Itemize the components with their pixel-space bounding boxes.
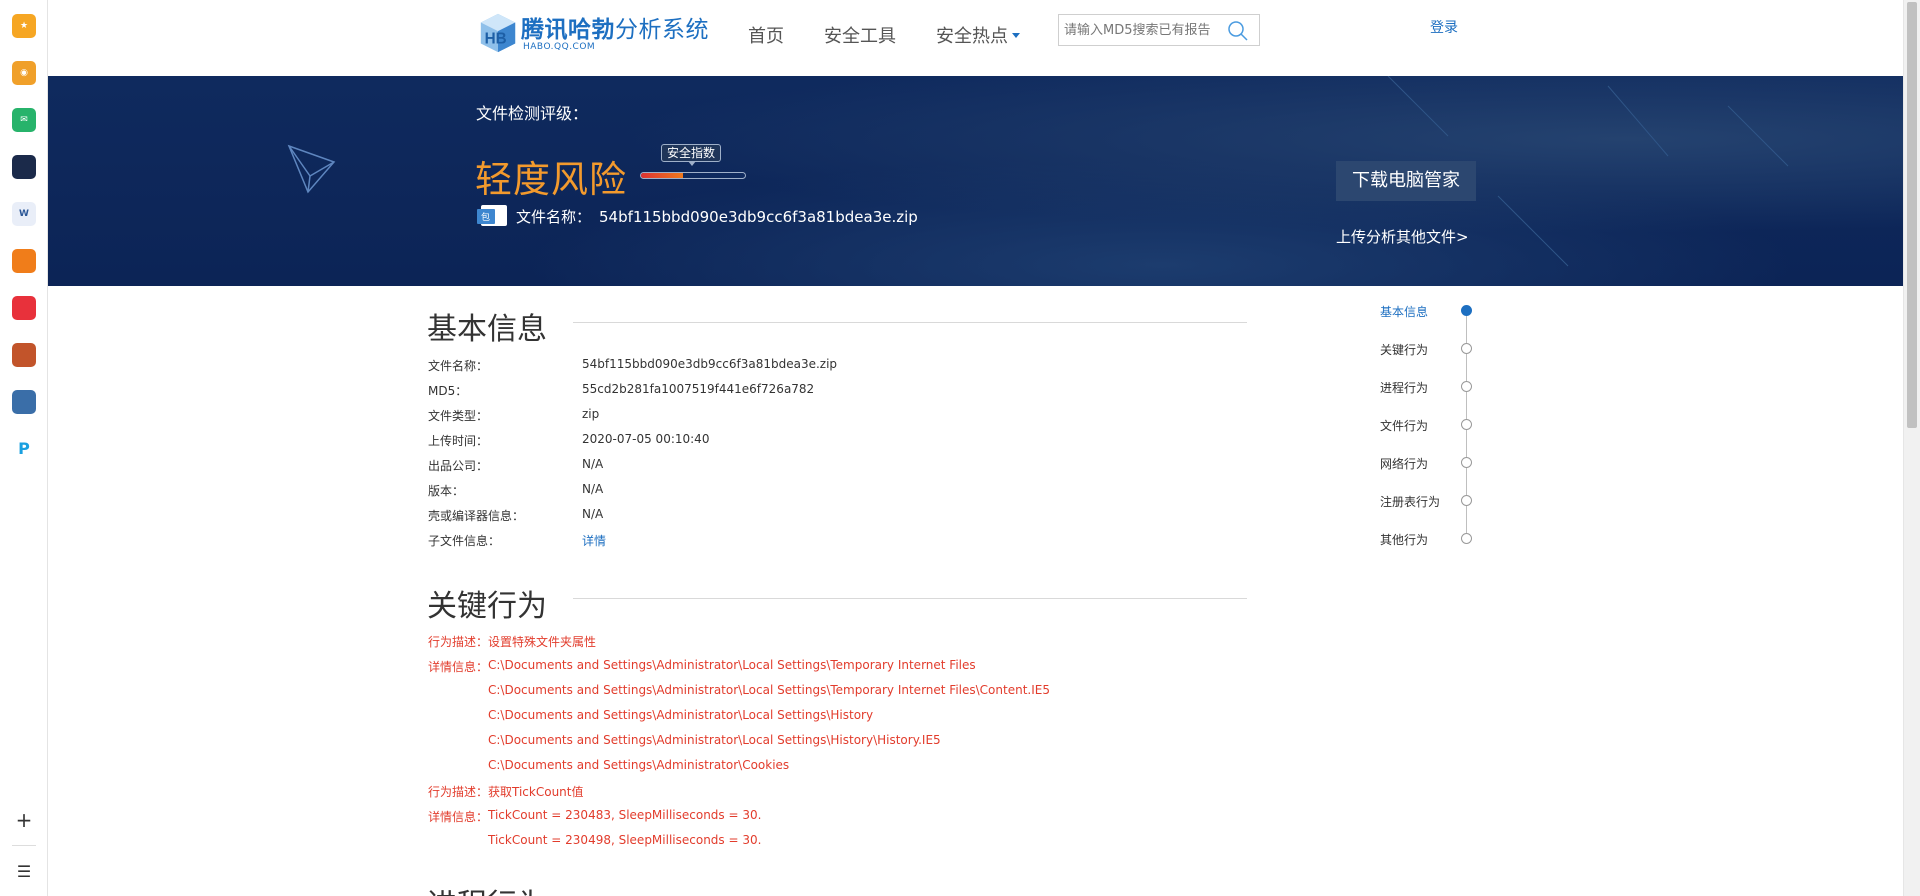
basic-info-value: 55cd2b281fa1007519f441e6f726a782: [582, 382, 815, 396]
search-icon[interactable]: [1227, 20, 1249, 42]
ip-app-icon[interactable]: P: [12, 437, 36, 461]
habo-logo[interactable]: HB 腾讯哈勃分析系统 HABO.QQ.COM: [477, 8, 709, 58]
behavior-line-text: C:\Documents and Settings\Administrator\…: [488, 658, 976, 672]
novel-app-icon[interactable]: [12, 249, 36, 273]
key-behavior-title: 关键行为: [427, 589, 547, 624]
basic-info-value: N/A: [582, 482, 604, 496]
security-index-fill: [641, 173, 683, 178]
side-nav-dot-icon[interactable]: [1461, 495, 1472, 506]
basic-info-value: 2020-07-05 00:10:40: [582, 432, 710, 446]
side-nav-dot-icon[interactable]: [1461, 343, 1472, 354]
md5-search-box: [1058, 14, 1260, 46]
scrollbar-thumb[interactable]: [1907, 2, 1917, 428]
basic-info-label: 版本：: [428, 484, 465, 498]
basic-info-value: N/A: [582, 507, 604, 521]
svg-text:包: 包: [481, 211, 490, 223]
risk-level: 轻度风险: [475, 158, 627, 201]
download-pc-manager-button[interactable]: 下载电脑管家: [1336, 161, 1476, 201]
side-nav-dot-icon[interactable]: [1461, 533, 1472, 544]
basic-info-label: 壳或编译器信息：: [428, 509, 525, 523]
add-icon[interactable]: +: [12, 808, 36, 832]
side-nav-basic-info[interactable]: 基本信息: [1380, 303, 1428, 320]
basic-info-label: 子文件信息：: [428, 534, 501, 548]
side-nav-file-behavior[interactable]: 文件行为: [1380, 417, 1428, 434]
basic-info-label: 上传时间：: [428, 434, 489, 448]
basic-info-value: N/A: [582, 457, 604, 471]
basic-info-label: 文件类型：: [428, 409, 489, 423]
behavior-line-text: C:\Documents and Settings\Administrator\…: [488, 758, 790, 772]
result-banner: 文件检测评级： 轻度风险 安全指数 包 文件名称： 54bf115bbd090e3…: [48, 76, 1903, 286]
basic-info-value: zip: [582, 407, 600, 421]
side-nav-dot-icon[interactable]: [1461, 457, 1472, 468]
page-scrollbar[interactable]: [1903, 0, 1920, 896]
side-nav-key-behavior[interactable]: 关键行为: [1380, 341, 1428, 358]
basic-info-value: 54bf115bbd090e3db9cc6f3a81bdea3e.zip: [582, 357, 838, 371]
upload-other-file-link[interactable]: 上传分析其他文件>: [1336, 226, 1469, 247]
news-app-icon[interactable]: [12, 155, 36, 179]
logo-title: 腾讯哈勃分析系统: [521, 17, 709, 43]
game2-app-icon[interactable]: [12, 390, 36, 414]
behavior-line-text: C:\Documents and Settings\Administrator\…: [488, 683, 1050, 697]
behavior-line-text: C:\Documents and Settings\Administrator\…: [488, 733, 941, 747]
behavior-line-prefix: 详情信息：: [428, 810, 489, 824]
zip-file-icon: 包: [477, 205, 507, 226]
caret-down-icon: [1012, 32, 1020, 38]
behavior-line-prefix: 行为描述：: [428, 785, 489, 799]
behavior-line-text: TickCount = 230483, SleepMilliseconds = …: [488, 808, 762, 822]
nav-security-hotspots[interactable]: 安全热点: [936, 22, 1020, 48]
side-nav-network-behavior[interactable]: 网络行为: [1380, 455, 1428, 472]
security-index-badge: 安全指数: [661, 144, 722, 166]
habo-logo-icon: HB: [480, 13, 516, 53]
behavior-line-text: 获取TickCount值: [488, 785, 584, 799]
banner-file-name: 文件名称： 54bf115bbd090e3db9cc6f3a81bdea3e.zi…: [516, 206, 918, 227]
banner-decoration: [287, 76, 1789, 267]
nav-security-hotspots-label: 安全热点: [936, 26, 1008, 47]
nav-home[interactable]: 首页: [748, 22, 784, 48]
side-nav-process-behavior[interactable]: 进程行为: [1380, 379, 1428, 396]
weibo-app-icon[interactable]: ◉: [12, 61, 36, 85]
basic-info-title: 基本信息: [427, 312, 547, 347]
sub-file-details-link[interactable]: 详情: [582, 532, 606, 549]
file-name-value: 54bf115bbd090e3db9cc6f3a81bdea3e.zip: [599, 208, 918, 226]
side-nav-dot-icon[interactable]: [1461, 419, 1472, 430]
behavior-line-text: TickCount = 230498, SleepMilliseconds = …: [488, 833, 762, 847]
side-nav-dot-icon[interactable]: [1461, 381, 1472, 392]
document-app-icon[interactable]: W: [12, 202, 36, 226]
process-behavior-title: 进程行为: [427, 880, 547, 896]
behavior-line-text: C:\Documents and Settings\Administrator\…: [488, 708, 874, 722]
behavior-line-prefix: 详情信息：: [428, 660, 489, 674]
basic-info-label: MD5：: [428, 384, 468, 398]
svg-text:HB: HB: [485, 31, 507, 48]
key-behavior-divider: [573, 598, 1247, 599]
basic-info-divider: [573, 322, 1247, 323]
behavior-line-prefix: 行为描述：: [428, 635, 489, 649]
favorites-app-icon[interactable]: ★: [12, 14, 36, 38]
nav-security-tools[interactable]: 安全工具: [824, 22, 896, 48]
behavior-line-text: 设置特殊文件夹属性: [488, 635, 597, 649]
file-name-label: 文件名称：: [516, 208, 592, 226]
rating-label: 文件检测评级：: [476, 104, 589, 123]
mail-app-icon[interactable]: ✉: [12, 108, 36, 132]
side-nav-dot-icon[interactable]: [1461, 305, 1472, 316]
browser-sidebar: ★ ◉ ✉ W P + ☰: [0, 0, 48, 896]
site-header: HB 腾讯哈勃分析系统 HABO.QQ.COM 首页 安全工具 安全热点 登录: [48, 0, 1903, 76]
basic-info-label: 出品公司：: [428, 459, 489, 473]
side-nav-other-behavior[interactable]: 其他行为: [1380, 531, 1428, 548]
basic-info-label: 文件名称：: [428, 359, 489, 373]
game-app-icon[interactable]: [12, 343, 36, 367]
list-menu-icon[interactable]: ☰: [12, 860, 36, 884]
security-index-bar: [640, 172, 746, 179]
dock-divider: [12, 845, 36, 846]
red-app-icon[interactable]: [12, 296, 36, 320]
side-nav-registry-behavior[interactable]: 注册表行为: [1380, 493, 1440, 510]
login-link[interactable]: 登录: [1430, 17, 1458, 37]
md5-search-input[interactable]: [1064, 21, 1224, 39]
